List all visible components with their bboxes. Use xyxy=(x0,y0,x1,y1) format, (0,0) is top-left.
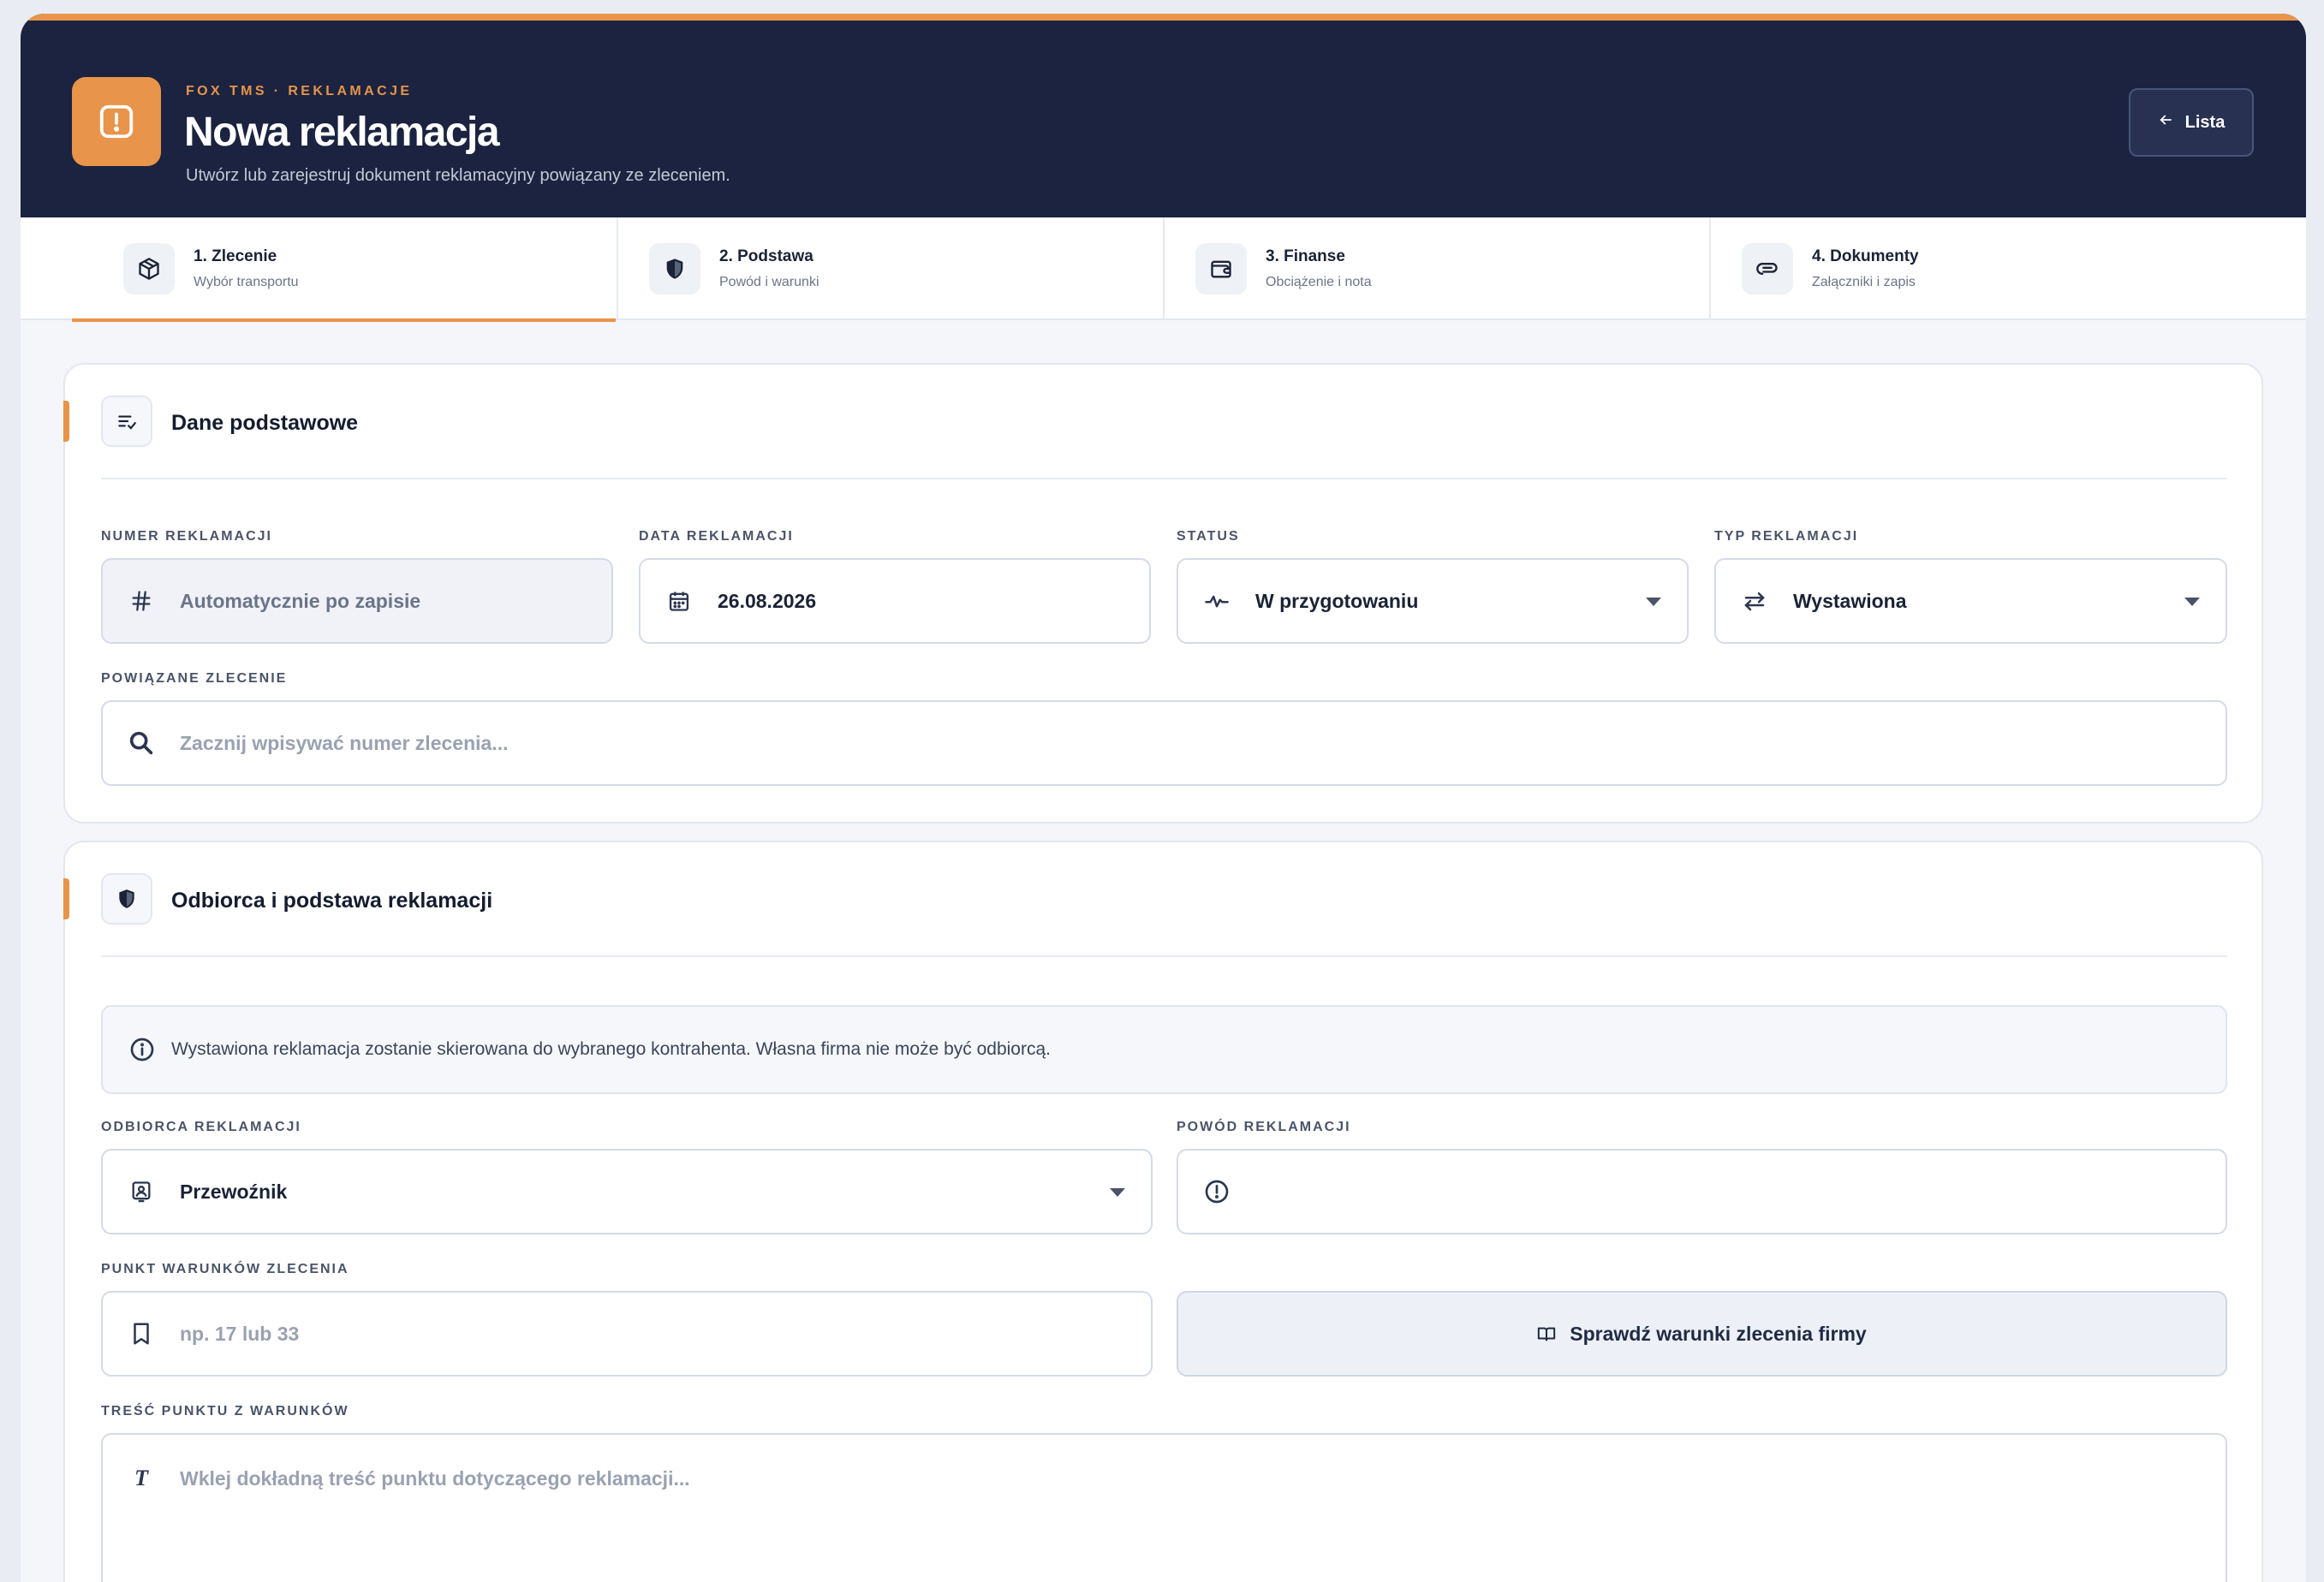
step-title: 4. Dokumenty xyxy=(1812,247,1919,265)
step-dokumenty[interactable]: 4. Dokumenty Załączniki i zapis xyxy=(1711,217,2302,320)
breadcrumb: FOX TMS · REKLAMACJE xyxy=(186,84,413,98)
reason-input[interactable] xyxy=(1255,1151,2226,1233)
info-banner: Wystawiona reklamacja zostanie skierowan… xyxy=(101,1005,2227,1094)
status-select[interactable]: W przygotowaniu xyxy=(1177,558,1689,644)
card-divider xyxy=(101,478,2227,479)
card-accent xyxy=(63,878,69,919)
related-order-input[interactable] xyxy=(180,702,2226,784)
order-point-field[interactable] xyxy=(101,1291,1153,1377)
recipient-value: Przewoźnik xyxy=(180,1180,288,1203)
shield-icon xyxy=(649,243,700,294)
swap-arrows-icon xyxy=(1716,588,1793,614)
svg-text:T: T xyxy=(134,1466,149,1490)
wallet-icon xyxy=(1195,243,1247,294)
step-subtitle: Wybór transportu xyxy=(194,275,299,289)
bookmark-icon xyxy=(103,1321,180,1347)
package-icon xyxy=(123,243,175,294)
chevron-down-icon xyxy=(2184,598,2200,606)
card-title: Odbiorca i podstawa reklamacji xyxy=(171,889,493,913)
arrow-left-icon xyxy=(2158,112,2173,133)
card-accent xyxy=(63,401,69,442)
recipient-card: Odbiorca i podstawa reklamacji Wystawion… xyxy=(63,841,2263,1582)
step-title: 1. Zlecenie xyxy=(194,247,277,265)
check-order-terms-button[interactable]: Sprawdź warunki zlecenia firmy xyxy=(1177,1291,2227,1377)
related-order-search[interactable] xyxy=(101,700,2227,786)
search-icon xyxy=(103,729,180,758)
step-podstawa[interactable]: 2. Podstawa Powód i warunki xyxy=(618,217,1163,320)
card-title: Dane podstawowe xyxy=(171,411,359,435)
step-title: 3. Finanse xyxy=(1266,247,1345,265)
alert-circle-icon xyxy=(1178,1178,1255,1205)
back-to-list-button[interactable]: Lista xyxy=(2129,88,2254,157)
chevron-down-icon xyxy=(1110,1188,1125,1197)
page-subtitle: Utwórz lub zarejestruj dokument reklamac… xyxy=(186,166,730,185)
check-order-terms-label: Sprawdź warunki zlecenia firmy xyxy=(1570,1322,1867,1345)
stepper: 1. Zlecenie Wybór transportu 2. Podstawa… xyxy=(21,217,2306,322)
reason-field[interactable] xyxy=(1177,1149,2227,1234)
step-subtitle: Obciążenie i nota xyxy=(1266,275,1372,289)
chevron-down-icon xyxy=(1646,598,1661,606)
app-window: FOX TMS · REKLAMACJE Nowa reklamacja Utw… xyxy=(21,14,2306,1582)
shield-icon xyxy=(101,873,152,925)
claim-date-value: 26.08.2026 xyxy=(718,589,817,612)
claim-type-select[interactable]: Wystawiona xyxy=(1714,558,2227,644)
claim-date-field[interactable]: 26.08.2026 xyxy=(639,558,1151,644)
activity-icon xyxy=(1178,588,1255,614)
basic-data-card: Dane podstawowe NUMER REKLAMACJI Automat… xyxy=(63,363,2263,824)
step-subtitle: Powód i warunki xyxy=(719,275,819,289)
step-subtitle: Załączniki i zapis xyxy=(1812,275,1916,289)
info-text: Wystawiona reklamacja zostanie skierowan… xyxy=(171,1039,1051,1059)
related-order-label: POWIĄZANE ZLECENIE xyxy=(101,671,288,686)
claim-type-label: TYP REKLAMACJI xyxy=(1714,529,1859,544)
claim-date-label: DATA REKLAMACJI xyxy=(639,529,794,544)
order-point-input[interactable] xyxy=(180,1293,1151,1375)
step-zlecenie[interactable]: 1. Zlecenie Wybór transportu xyxy=(72,217,616,322)
alert-square-icon xyxy=(72,77,161,166)
contact-icon xyxy=(103,1180,180,1204)
hash-icon xyxy=(103,589,180,613)
recipient-select[interactable]: Przewoźnik xyxy=(101,1149,1153,1234)
claim-number-value: Automatycznie po zapisie xyxy=(180,589,421,612)
step-finanse[interactable]: 3. Finanse Obciążenie i nota xyxy=(1165,217,1709,320)
order-point-label: PUNKT WARUNKÓW ZLECENIA xyxy=(101,1262,349,1276)
paperclip-icon xyxy=(1742,243,1793,294)
page-header: FOX TMS · REKLAMACJE Nowa reklamacja Utw… xyxy=(21,14,2306,217)
page-title: Nowa reklamacja xyxy=(184,110,500,155)
point-content-textarea[interactable] xyxy=(101,1433,2227,1582)
claim-number-field: Automatycznie po zapisie xyxy=(101,558,613,644)
list-check-icon xyxy=(101,396,152,447)
status-value: W przygotowaniu xyxy=(1255,589,1419,612)
reason-label: POWÓD REKLAMACJI xyxy=(1177,1120,1351,1134)
status-label: STATUS xyxy=(1177,529,1240,544)
point-content-label: TREŚĆ PUNKTU Z WARUNKÓW xyxy=(101,1404,349,1418)
info-icon xyxy=(128,1036,156,1063)
book-icon xyxy=(1537,1324,1556,1343)
claim-number-label: NUMER REKLAMACJI xyxy=(101,529,272,544)
calendar-icon xyxy=(641,589,718,613)
recipient-label: ODBIORCA REKLAMACJI xyxy=(101,1120,301,1134)
back-button-label: Lista xyxy=(2184,112,2226,132)
card-divider xyxy=(101,955,2227,957)
step-title: 2. Podstawa xyxy=(719,247,813,265)
claim-type-value: Wystawiona xyxy=(1793,589,1907,612)
text-icon: T xyxy=(130,1464,156,1494)
